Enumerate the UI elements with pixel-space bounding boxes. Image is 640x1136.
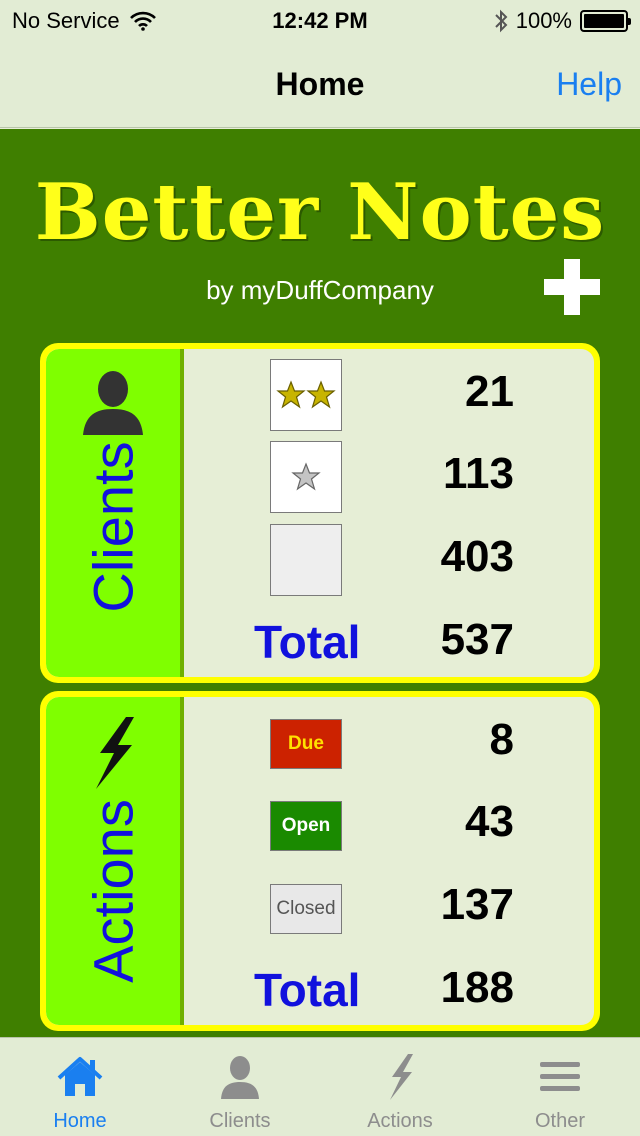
- tab-bar: Home Clients Actions Other: [0, 1037, 640, 1136]
- no-star-count: 403: [440, 532, 514, 581]
- closed-badge: Closed: [270, 884, 342, 934]
- status-bar: No Service 12:42 PM 100%: [0, 0, 640, 40]
- page-title: Home: [275, 66, 365, 102]
- tab-other-label: Other: [534, 1110, 586, 1132]
- tab-actions[interactable]: Actions: [320, 1038, 480, 1136]
- actions-total-value: 188: [440, 963, 514, 1012]
- status-right: 100%: [494, 8, 631, 34]
- clients-total-row[interactable]: Total 537: [184, 605, 594, 677]
- clients-total-value: 537: [440, 615, 514, 664]
- tab-clients-label: Clients: [209, 1110, 271, 1132]
- clients-row-two-star[interactable]: 21: [184, 357, 594, 433]
- lightning-icon: [390, 1054, 413, 1100]
- open-badge-label: Open: [281, 815, 331, 836]
- actions-total-label: Total: [254, 964, 361, 1016]
- battery-percent: 100%: [515, 8, 572, 33]
- add-button[interactable]: [544, 259, 600, 315]
- clients-side-button[interactable]: Clients: [46, 349, 184, 677]
- clients-label: Clients: [81, 441, 145, 613]
- tab-clients[interactable]: Clients: [160, 1038, 320, 1136]
- navigation-bar: Home Help: [0, 40, 640, 128]
- bluetooth-icon: [495, 9, 508, 33]
- tab-home-label: Home: [53, 1110, 107, 1132]
- open-count: 43: [465, 797, 514, 846]
- home-icon: [57, 1057, 103, 1096]
- clients-row-no-star[interactable]: 403: [184, 522, 594, 598]
- help-button[interactable]: Help: [556, 66, 622, 103]
- actions-row-due[interactable]: Due 8: [184, 705, 594, 781]
- closed-count: 137: [440, 880, 514, 929]
- due-badge: Due: [270, 719, 342, 769]
- actions-label: Actions: [81, 799, 145, 983]
- closed-badge-label: Closed: [276, 898, 336, 919]
- one-star-icon: [270, 441, 342, 513]
- lightning-icon: [96, 717, 134, 789]
- actions-row-closed[interactable]: Closed 137: [184, 870, 594, 946]
- no-star-icon: [270, 524, 342, 596]
- open-badge: Open: [270, 801, 342, 851]
- due-badge-label: Due: [288, 733, 324, 754]
- app-logo-title: Better Notes: [34, 167, 606, 258]
- tab-home[interactable]: Home: [0, 1038, 160, 1136]
- clients-panel[interactable]: Clients 21 113 403 Total 537: [40, 343, 600, 683]
- actions-side-button[interactable]: Actions: [46, 697, 184, 1025]
- clients-row-one-star[interactable]: 113: [184, 439, 594, 515]
- person-icon: [221, 1056, 259, 1099]
- tab-actions-label: Actions: [367, 1110, 433, 1132]
- actions-row-open[interactable]: Open 43: [184, 787, 594, 863]
- clients-total-label: Total: [254, 616, 361, 668]
- tab-other[interactable]: Other: [480, 1038, 640, 1136]
- person-icon: [83, 371, 143, 435]
- one-star-count: 113: [443, 449, 514, 498]
- two-star-count: 21: [465, 367, 514, 416]
- actions-panel[interactable]: Actions Due 8 Open 43 Closed 137 Total 1…: [40, 691, 600, 1031]
- due-count: 8: [489, 715, 514, 764]
- actions-total-row[interactable]: Total 188: [184, 953, 594, 1025]
- battery-icon: [580, 10, 631, 32]
- menu-icon: [540, 1062, 580, 1091]
- two-stars-icon: [270, 359, 342, 431]
- main-content: Better Notes by myDuffCompany Clients 21…: [0, 129, 640, 1037]
